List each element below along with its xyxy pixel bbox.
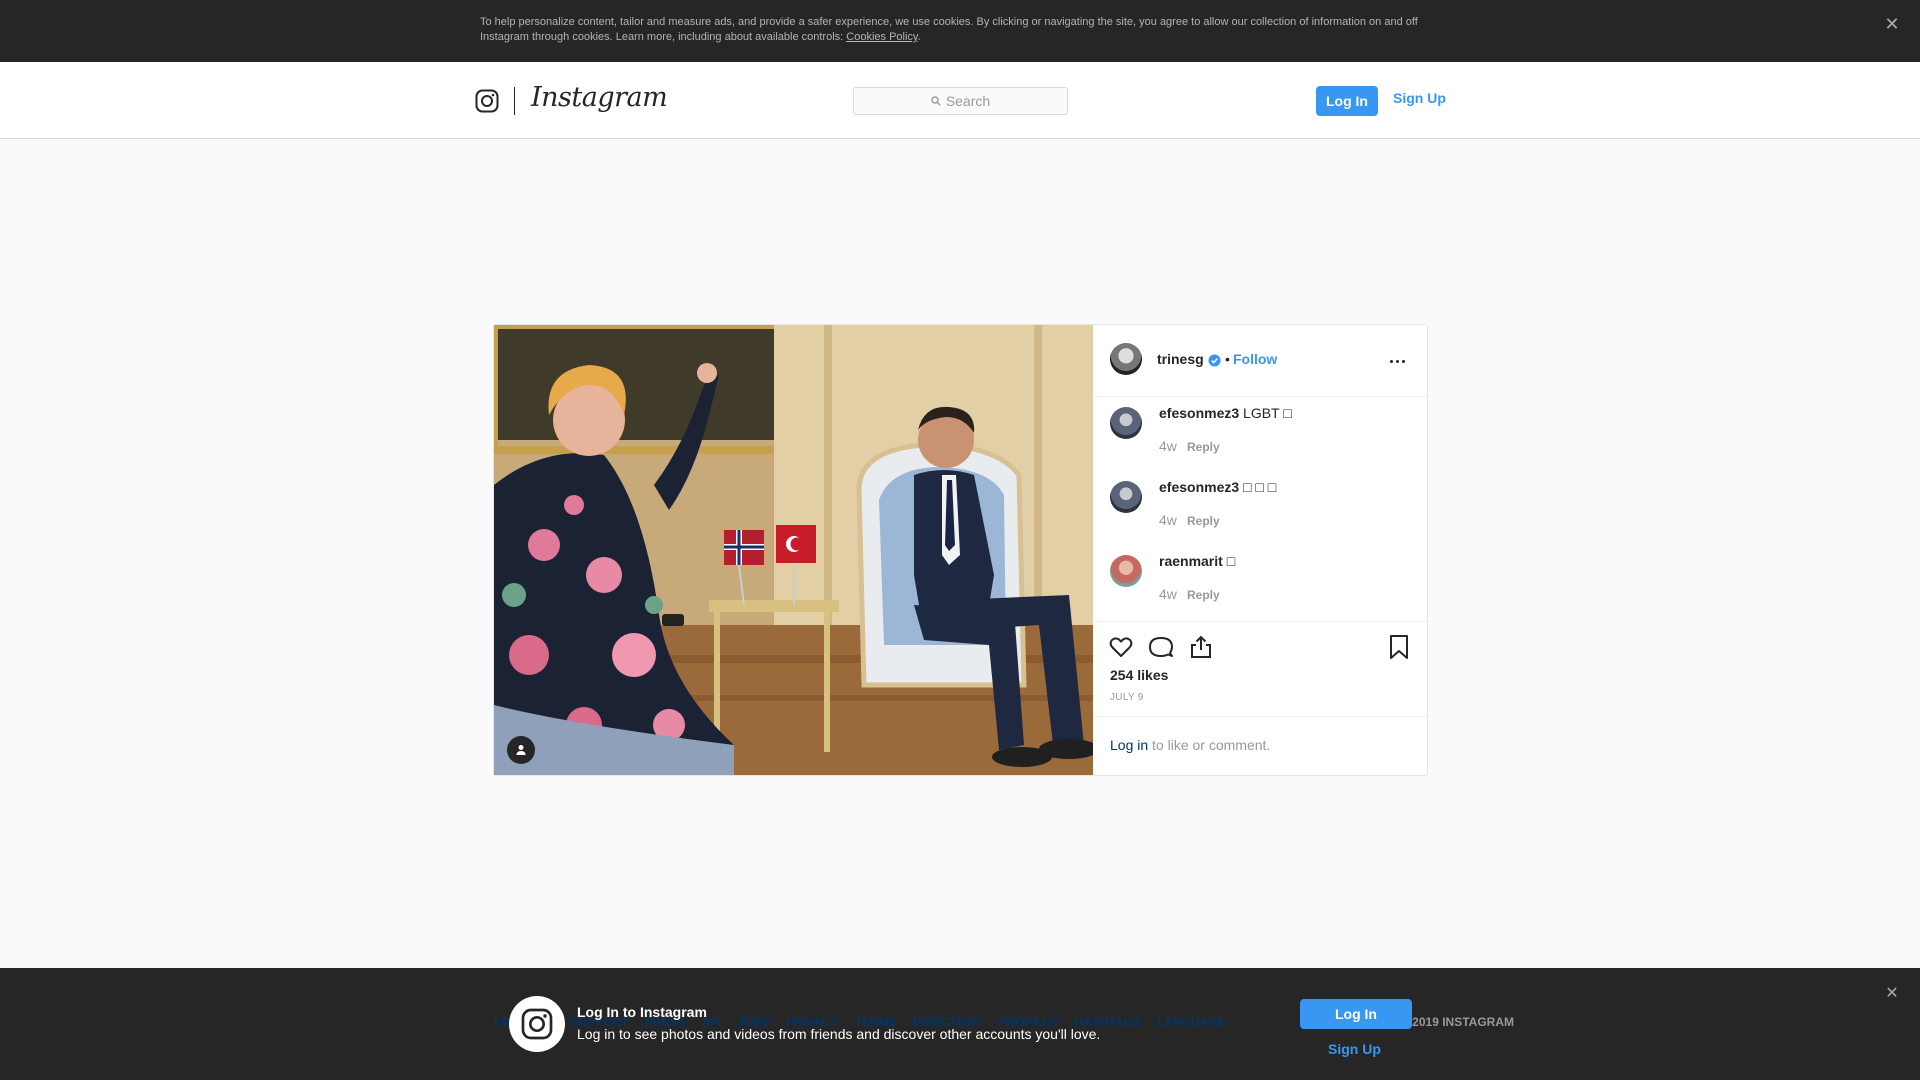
comment-username[interactable]: efesonmez3 [1159,405,1239,421]
post-photo[interactable] [494,325,1093,775]
login-link[interactable]: Log in [1110,737,1148,753]
comment-item: raenmarit □ 4w Reply [1093,545,1427,615]
commenter-avatar[interactable] [1110,481,1142,513]
instagram-logo-icon[interactable] [475,89,499,113]
comment-text: raenmarit □ [1159,553,1235,569]
tagged-user-icon[interactable] [507,736,535,764]
cookie-banner: To help personalize content, tailor and … [0,0,1920,62]
more-options-icon[interactable] [1387,351,1407,371]
login-button[interactable]: Log In [1316,86,1378,116]
signup-link[interactable]: Sign Up [1393,90,1446,106]
comment-body: LGBT □ [1239,405,1292,421]
post-photo-illustration [494,325,1093,775]
post-header: trinesg • Follow [1093,325,1427,397]
top-nav: Instagram Search Log In Sign Up [0,62,1920,139]
person-icon [516,745,526,755]
verified-badge-icon [1208,354,1221,367]
reply-button[interactable]: Reply [1187,440,1220,454]
search-input[interactable]: Search [853,87,1068,115]
reply-button[interactable]: Reply [1187,588,1220,602]
likes-count[interactable]: 254 likes [1110,667,1168,683]
close-icon[interactable]: ✕ [1882,984,1902,1004]
prompt-signup-link[interactable]: Sign Up [1328,1041,1381,1057]
bookmark-icon[interactable] [1386,634,1412,660]
comment-body: □ □ □ [1239,479,1277,495]
close-icon[interactable]: ✕ [1882,14,1902,34]
reply-button[interactable]: Reply [1187,514,1220,528]
instagram-logo-icon [509,996,565,1052]
login-to-comment-text: to like or comment. [1148,737,1271,753]
footer-link-language[interactable]: LANGUAGE [1157,1015,1226,1029]
comment-username[interactable]: efesonmez3 [1159,479,1239,495]
search-icon [931,96,941,106]
instagram-wordmark[interactable]: Instagram [531,82,668,113]
login-prompt-title: Log In to Instagram [577,1004,707,1020]
post-date: JULY 9 [1110,692,1144,703]
separator-dot: • [1225,351,1230,367]
commenter-avatar[interactable] [1110,555,1142,587]
search-placeholder: Search [945,93,991,109]
post-sidebar: trinesg • Follow efesonmez3 LGBT □ 4w Re… [1093,325,1427,775]
post-username[interactable]: trinesg [1157,351,1204,367]
comment-text: efesonmez3 □ □ □ [1159,479,1276,495]
comment-time: 4w [1159,438,1177,454]
heart-icon[interactable] [1108,634,1134,660]
comment-body: □ [1222,553,1236,569]
comment-time: 4w [1159,586,1177,602]
login-to-comment: Log in to like or comment. [1110,737,1270,753]
comment-icon[interactable] [1148,634,1174,660]
avatar[interactable] [1110,343,1142,375]
login-prompt-bar: ABOUT US SUPPORT PRESS API JOBS PRIVACY … [0,968,1920,1080]
comment-time: 4w [1159,512,1177,528]
post-card: trinesg • Follow efesonmez3 LGBT □ 4w Re… [493,324,1428,776]
footer-copyright: © 2019 INSTAGRAM [1400,1015,1514,1029]
cookie-banner-text: To help personalize content, tailor and … [480,16,1418,43]
camera-icon [521,1008,553,1040]
nav-divider [514,87,515,115]
comments-list: efesonmez3 LGBT □ 4w Reply efesonmez3 □ … [1093,397,1427,622]
commenter-avatar[interactable] [1110,407,1142,439]
comment-item: efesonmez3 □ □ □ 4w Reply [1093,471,1427,541]
login-prompt-subtitle: Log in to see photos and videos from fri… [577,1026,1101,1042]
comment-item: efesonmez3 LGBT □ 4w Reply [1093,397,1427,467]
comment-username[interactable]: raenmarit [1159,553,1223,569]
cookies-policy-link[interactable]: Cookies Policy [846,31,917,43]
comment-text: efesonmez3 LGBT □ [1159,405,1292,421]
prompt-login-button[interactable]: Log In [1300,999,1412,1029]
share-icon[interactable] [1188,634,1214,660]
post-actions: 254 likes JULY 9 [1093,622,1427,717]
follow-button[interactable]: Follow [1233,351,1277,367]
